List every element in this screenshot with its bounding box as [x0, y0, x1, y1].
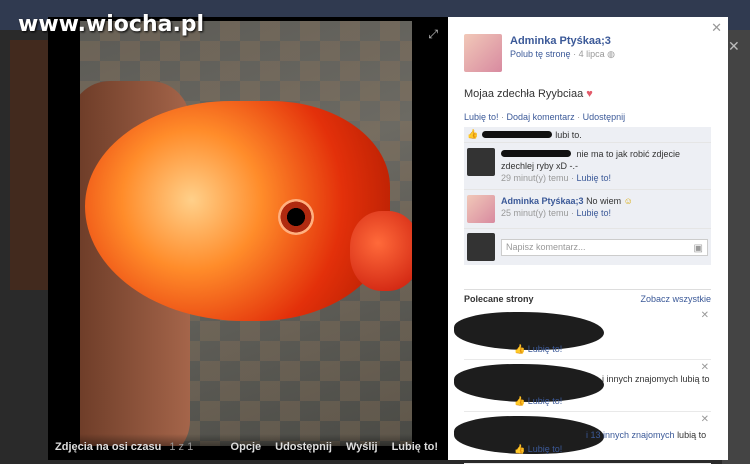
photo-fish-mouth	[350, 211, 412, 291]
post-caption: Mojaa zdechła Ryybciaa ♥	[464, 88, 593, 100]
photo-bottom-bar: Zdjęcia na osi czasu 1 z 1 Opcje Udostęp…	[48, 434, 448, 460]
recommended-friends-text: i innych znajomych lubią to	[602, 374, 710, 384]
expand-icon[interactable]: ⤢	[428, 27, 438, 42]
recommended-item: ✕ 👍 Lubię to!	[454, 308, 711, 360]
close-icon[interactable]: ✕	[711, 20, 722, 36]
background-left-content	[10, 40, 50, 290]
album-title[interactable]: Zdjęcia na osi czasu	[55, 441, 161, 453]
comment-meta: 25 minut(y) temu · Lubię to!	[501, 208, 612, 218]
like-button[interactable]: Lubię to!	[392, 441, 438, 453]
comment-meta: 29 minut(y) temu · Lubię to!	[501, 173, 612, 183]
photo-counter: 1 z 1	[169, 441, 194, 453]
likes-text: lubi to.	[555, 129, 582, 140]
recommended-item: ✕ i 13 innych znajomych lubią to 👍 Lubię…	[454, 412, 711, 464]
recommended-title: Polecane strony	[464, 294, 534, 304]
post-actions: Lubię to! · Dodaj komentarz · Udostępnij	[464, 112, 625, 122]
comment-composer: Napisz komentarz... ▣	[464, 229, 711, 265]
comment-body: nie ma to jak robić zdjecie zdechlej ryb…	[501, 148, 708, 184]
avatar[interactable]	[464, 34, 502, 72]
like-link[interactable]: Lubię to!	[464, 112, 499, 122]
comment-input-placeholder: Napisz komentarz...	[506, 241, 586, 252]
close-icon[interactable]: ✕	[701, 362, 709, 373]
comment-text: No wiem	[586, 196, 622, 206]
add-comment-link[interactable]: Dodaj komentarz	[507, 112, 575, 122]
comment-time: 25 minut(y) temu	[501, 208, 569, 218]
recommended-like-link[interactable]: 👍 Lubię to!	[514, 444, 562, 455]
recommended-like-label: Lubię to!	[527, 444, 563, 454]
comment-like-link[interactable]: Lubię to!	[577, 208, 612, 218]
share-link[interactable]: Udostępnij	[583, 112, 626, 122]
thumbs-up-icon: 👍	[467, 129, 479, 139]
redacted-name	[482, 131, 553, 138]
smiley-icon: ☺	[623, 196, 633, 206]
close-icon[interactable]: ✕	[728, 38, 740, 55]
recommended-item: ✕ i innych znajomych lubią to 👍 Lubię to…	[454, 360, 711, 412]
comment-body: Adminka Ptyśkaa;3 No wiem ☺ 25 minut(y) …	[501, 195, 633, 223]
redacted-name	[501, 150, 571, 157]
photo-sidebar: ✕ Adminka Ptyśkaa;3 Polub tę stronę · 4 …	[448, 17, 728, 464]
recommended-like-label: Lubię to!	[527, 396, 563, 406]
comment: Adminka Ptyśkaa;3 No wiem ☺ 25 minut(y) …	[464, 190, 711, 229]
comment-time: 29 minut(y) temu	[501, 173, 569, 183]
like-page-link[interactable]: Polub tę stronę	[510, 49, 571, 59]
share-button[interactable]: Udostępnij	[275, 441, 332, 453]
avatar[interactable]	[467, 195, 495, 223]
send-button[interactable]: Wyślij	[346, 441, 378, 453]
comment-input[interactable]: Napisz komentarz... ▣	[501, 238, 708, 256]
comment-like-link[interactable]: Lubię to!	[577, 173, 612, 183]
see-all-link[interactable]: Zobacz wszystkie	[640, 294, 711, 308]
photo-fish-eye	[278, 199, 314, 235]
photo-stage: ⤢ Zdjęcia na osi czasu 1 z 1 Opcje Udost…	[48, 17, 448, 460]
avatar[interactable]	[467, 148, 495, 176]
likes-row: 👍 lubi to.	[464, 127, 711, 143]
close-icon[interactable]: ✕	[701, 310, 709, 321]
recommended-header: Polecane strony Zobacz wszystkie	[464, 294, 711, 308]
recommended-pages: Polecane strony Zobacz wszystkie ✕ 👍 Lub…	[454, 289, 711, 464]
globe-icon: ◍	[607, 49, 615, 59]
recommended-like-label: Lubię to!	[527, 344, 563, 354]
recommended-friends-text: i 13 innych znajomych lubią to	[586, 430, 706, 440]
watermark: www.wiocha.pl	[18, 12, 205, 37]
camera-icon[interactable]: ▣	[694, 241, 703, 256]
comment-author[interactable]: Adminka Ptyśkaa;3	[501, 196, 584, 206]
owner-name[interactable]: Adminka Ptyśkaa;3	[510, 35, 611, 47]
comment: nie ma to jak robić zdjecie zdechlej ryb…	[464, 143, 711, 190]
photo[interactable]	[80, 21, 412, 446]
recommended-friends-suffix: lubią to	[677, 430, 707, 440]
heart-icon: ♥	[586, 88, 593, 100]
avatar	[467, 233, 495, 261]
recommended-like-link[interactable]: 👍 Lubię to!	[514, 344, 562, 355]
close-icon[interactable]: ✕	[701, 414, 709, 425]
recommended-friends-link[interactable]: i 13 innych znajomych	[586, 430, 675, 440]
post-date[interactable]: 4 lipca	[579, 49, 605, 59]
owner-meta: Polub tę stronę · 4 lipca ◍	[510, 49, 615, 60]
comments-section: 👍 lubi to. nie ma to jak robić zdjecie z…	[464, 127, 711, 265]
caption-text: Mojaa zdechła Ryybciaa	[464, 88, 584, 100]
recommended-like-link[interactable]: 👍 Lubię to!	[514, 396, 562, 407]
options-button[interactable]: Opcje	[231, 441, 262, 453]
